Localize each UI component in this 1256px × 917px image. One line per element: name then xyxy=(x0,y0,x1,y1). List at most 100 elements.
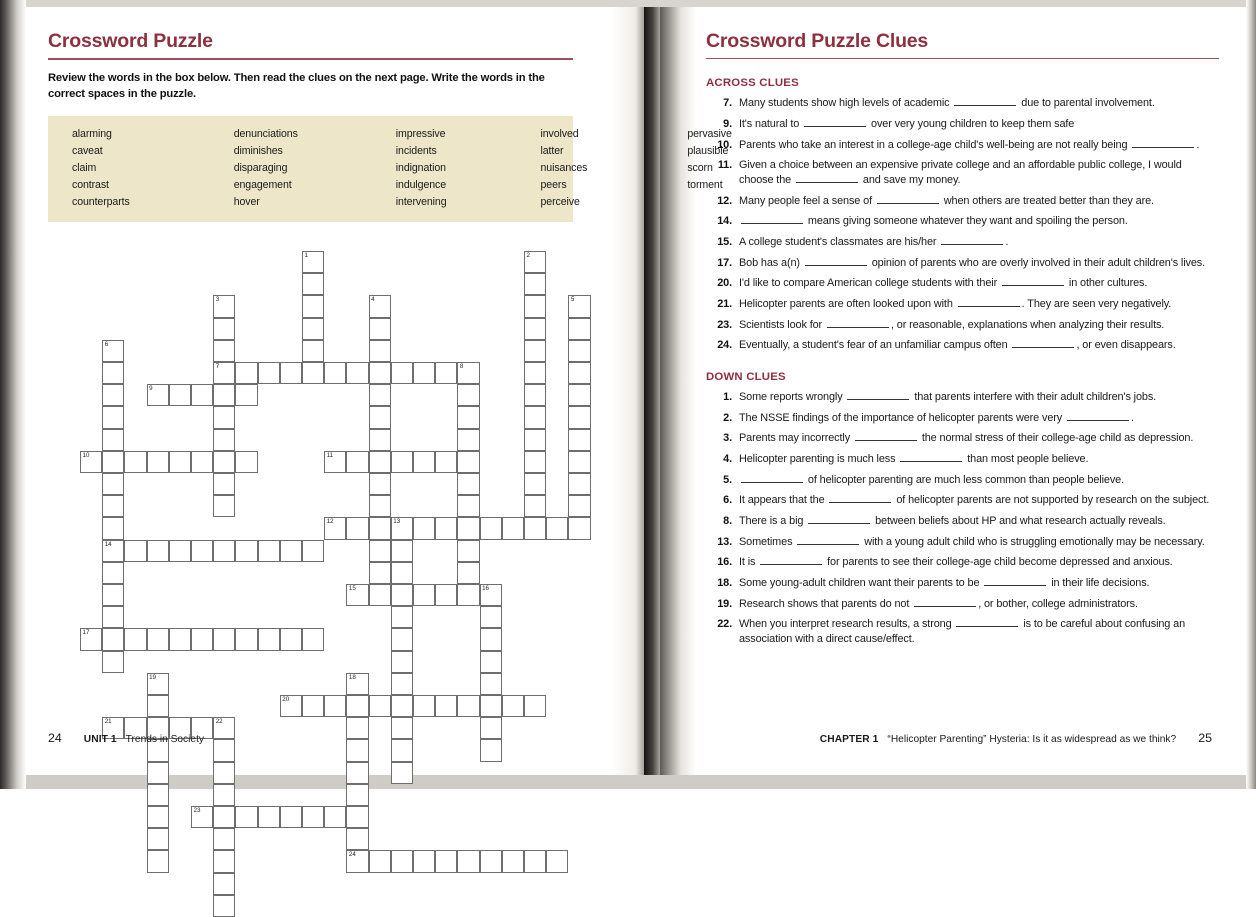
crossword-cell[interactable] xyxy=(479,850,502,873)
crossword-cell[interactable] xyxy=(102,650,125,673)
crossword-cell[interactable] xyxy=(457,850,480,873)
crossword-cell-start[interactable]: 15 xyxy=(346,584,369,607)
crossword-cell[interactable] xyxy=(279,539,302,562)
crossword-cell[interactable] xyxy=(457,473,480,496)
crossword-cell[interactable] xyxy=(524,495,547,518)
crossword-cell[interactable] xyxy=(479,717,502,740)
crossword-cell[interactable] xyxy=(390,717,413,740)
crossword-cell[interactable] xyxy=(479,695,502,718)
crossword-cell[interactable] xyxy=(302,317,325,340)
answer-blank[interactable] xyxy=(826,318,889,328)
crossword-cell[interactable] xyxy=(346,828,369,851)
crossword-cell[interactable] xyxy=(146,628,169,651)
crossword-cell[interactable] xyxy=(213,539,236,562)
answer-blank[interactable] xyxy=(797,535,860,545)
crossword-cell[interactable] xyxy=(568,450,591,473)
crossword-cell[interactable] xyxy=(302,295,325,318)
crossword-cell[interactable] xyxy=(146,450,169,473)
crossword-cell[interactable] xyxy=(435,517,458,540)
crossword-cell[interactable] xyxy=(257,539,280,562)
crossword-cell-start[interactable]: 14 xyxy=(102,539,125,562)
crossword-cell[interactable] xyxy=(524,339,547,362)
crossword-cell[interactable] xyxy=(102,428,125,451)
crossword-cell[interactable] xyxy=(524,406,547,429)
crossword-cell[interactable] xyxy=(568,428,591,451)
crossword-cell[interactable] xyxy=(302,273,325,296)
crossword-cell[interactable] xyxy=(324,695,347,718)
answer-blank[interactable] xyxy=(984,576,1047,587)
crossword-cell[interactable] xyxy=(168,539,191,562)
crossword-cell[interactable] xyxy=(457,539,480,562)
crossword-cell[interactable] xyxy=(346,450,369,473)
crossword-cell[interactable] xyxy=(524,695,547,718)
crossword-cell[interactable] xyxy=(124,628,147,651)
crossword-cell-start[interactable]: 3 xyxy=(213,295,236,318)
crossword-grid[interactable]: 1 2 3 7 4 5 6 14 8 9 10 11 12 13 15 16 17 18 24 19 20 21 22 23 xyxy=(60,248,591,917)
crossword-cell[interactable] xyxy=(568,517,591,540)
crossword-cell[interactable] xyxy=(368,428,391,451)
crossword-cell[interactable] xyxy=(368,850,391,873)
crossword-cell[interactable] xyxy=(368,473,391,496)
crossword-cell[interactable] xyxy=(390,539,413,562)
crossword-cell[interactable] xyxy=(346,739,369,762)
crossword-cell[interactable] xyxy=(435,450,458,473)
crossword-cell[interactable] xyxy=(279,362,302,385)
crossword-cell[interactable] xyxy=(235,806,258,829)
crossword-cell[interactable] xyxy=(390,606,413,629)
crossword-cell[interactable] xyxy=(213,850,236,873)
crossword-cell[interactable] xyxy=(279,628,302,651)
crossword-cell[interactable] xyxy=(368,517,391,540)
crossword-cell[interactable] xyxy=(124,539,147,562)
crossword-cell[interactable] xyxy=(501,517,524,540)
answer-blank[interactable] xyxy=(804,256,867,266)
crossword-cell[interactable] xyxy=(102,561,125,584)
crossword-cell[interactable] xyxy=(435,362,458,385)
crossword-cell[interactable] xyxy=(213,828,236,851)
crossword-cell[interactable] xyxy=(390,850,413,873)
crossword-cell[interactable] xyxy=(213,872,236,895)
crossword-cell[interactable] xyxy=(213,384,236,407)
crossword-cell[interactable] xyxy=(346,717,369,740)
crossword-cell[interactable] xyxy=(368,406,391,429)
crossword-cell[interactable] xyxy=(102,384,125,407)
crossword-cell[interactable] xyxy=(390,650,413,673)
crossword-cell-start[interactable]: 4 xyxy=(368,295,391,318)
crossword-cell[interactable] xyxy=(102,584,125,607)
crossword-cell[interactable] xyxy=(368,495,391,518)
crossword-cell[interactable] xyxy=(457,695,480,718)
crossword-cell[interactable] xyxy=(168,450,191,473)
crossword-cell-start[interactable]: 8 xyxy=(457,362,480,385)
answer-blank[interactable] xyxy=(914,597,977,607)
crossword-cell[interactable] xyxy=(457,495,480,518)
crossword-cell[interactable] xyxy=(213,473,236,496)
crossword-cell[interactable] xyxy=(390,450,413,473)
crossword-cell[interactable] xyxy=(368,339,391,362)
crossword-cell[interactable] xyxy=(324,806,347,829)
crossword-cell[interactable] xyxy=(568,406,591,429)
crossword-cell[interactable] xyxy=(213,894,236,917)
crossword-cell[interactable] xyxy=(368,539,391,562)
crossword-cell[interactable] xyxy=(413,584,436,607)
crossword-cell-start[interactable]: 23 xyxy=(191,806,214,829)
crossword-cell[interactable] xyxy=(302,339,325,362)
answer-blank[interactable] xyxy=(957,297,1020,307)
crossword-cell[interactable] xyxy=(346,695,369,718)
answer-blank[interactable] xyxy=(1132,138,1195,148)
crossword-cell-start[interactable]: 20 xyxy=(279,695,302,718)
answer-blank[interactable] xyxy=(1012,338,1075,349)
crossword-cell[interactable] xyxy=(413,362,436,385)
crossword-cell[interactable] xyxy=(501,695,524,718)
crossword-cell[interactable] xyxy=(168,384,191,407)
crossword-cell[interactable] xyxy=(146,828,169,851)
crossword-cell[interactable] xyxy=(346,806,369,829)
crossword-cell[interactable] xyxy=(346,761,369,784)
crossword-cell-start[interactable]: 13 xyxy=(390,517,413,540)
crossword-cell[interactable] xyxy=(302,362,325,385)
crossword-cell[interactable] xyxy=(435,695,458,718)
crossword-cell-start[interactable]: 24 xyxy=(346,850,369,873)
crossword-cell[interactable] xyxy=(457,584,480,607)
crossword-cell[interactable] xyxy=(524,473,547,496)
crossword-cell[interactable] xyxy=(324,362,347,385)
answer-blank[interactable] xyxy=(941,235,1004,245)
crossword-cell[interactable] xyxy=(390,561,413,584)
